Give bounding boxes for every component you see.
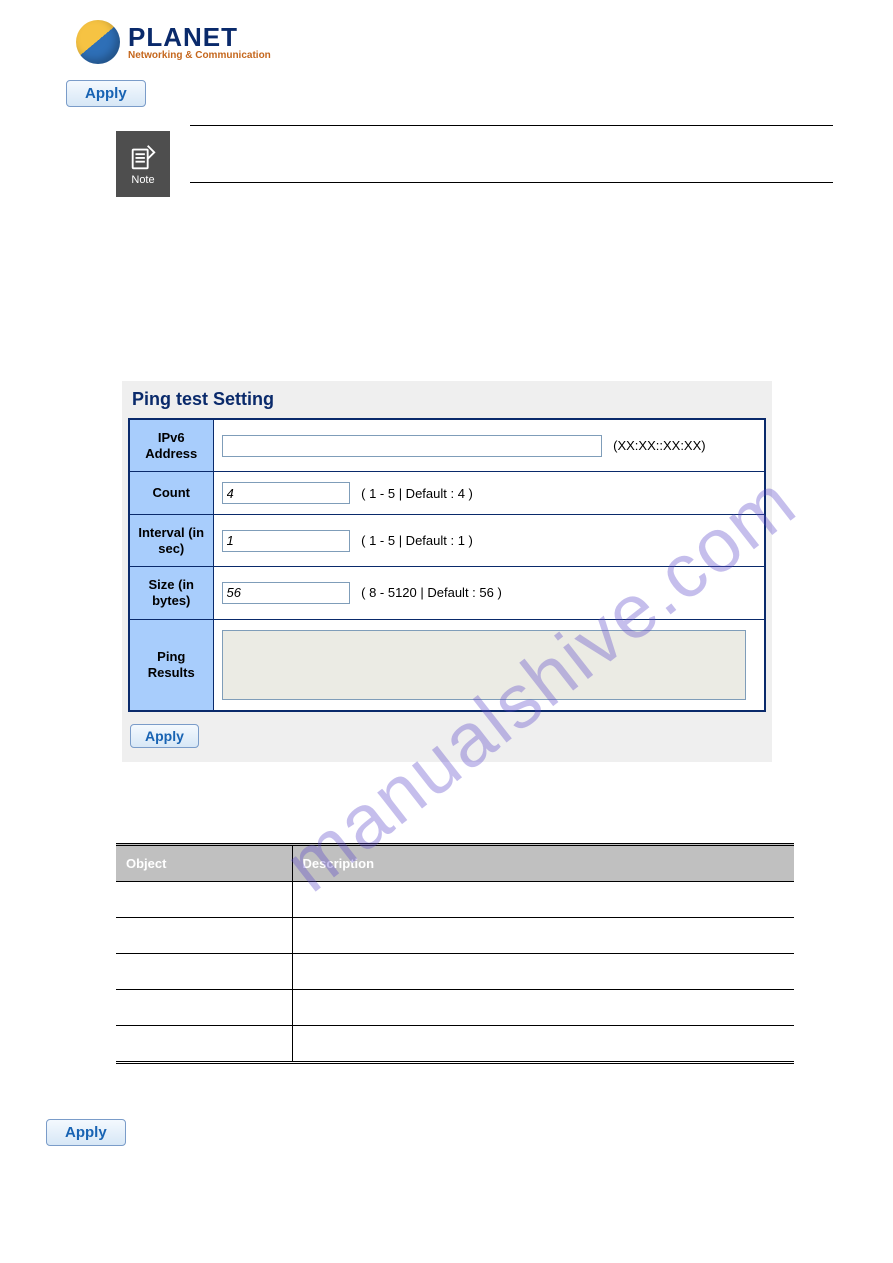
ping-results-output	[222, 630, 747, 700]
table-row: Interval (in sec) Specifies the interval…	[116, 953, 794, 989]
count-hint: ( 1 - 5 | Default : 4 )	[361, 486, 473, 501]
count-label: Count	[129, 472, 213, 515]
panel-apply-button[interactable]: Apply	[130, 724, 199, 748]
table-cell-description: Display the ping result.	[292, 1025, 794, 1062]
ipv6-address-hint: (XX:XX::XX:XX)	[613, 438, 705, 453]
table-row: IPv6 Address The destination IPv6 Addres…	[116, 881, 794, 917]
count-input[interactable]	[222, 482, 350, 504]
table-cell-object: Interval (in sec)	[116, 953, 292, 989]
table-header-object: Object	[116, 844, 292, 881]
table-row: Size (in bytes) Specifies the number of …	[116, 989, 794, 1025]
table-row: Ping Results Display the ping result.	[116, 1025, 794, 1062]
interval-label: Interval (in sec)	[129, 515, 213, 567]
interval-hint: ( 1 - 5 | Default : 1 )	[361, 533, 473, 548]
table-cell-object: IPv6 Address	[116, 881, 292, 917]
note-icon-label: Note	[131, 174, 154, 186]
logo-brand-text: PLANET	[128, 24, 271, 50]
apply-button-bottom[interactable]: Apply	[46, 1119, 126, 1146]
note-icon: Note	[116, 131, 170, 197]
table-cell-object: Size (in bytes)	[116, 989, 292, 1025]
ping-test-panel: Ping test Setting IPv6 Address (XX:XX::X…	[122, 381, 772, 762]
logo-globe-icon	[76, 20, 120, 64]
apply-button-description: : Click to transmit ICMPv6 packets.	[129, 1125, 331, 1140]
ipv6-address-input[interactable]	[222, 435, 602, 457]
table-cell-object: Ping Results	[116, 1025, 292, 1062]
panel-title: Ping test Setting	[122, 381, 772, 418]
desc-intro: The page includes the following fields:	[116, 822, 833, 837]
ping-results-label: Ping Results	[129, 619, 213, 711]
size-label: Size (in bytes)	[129, 567, 213, 619]
note-text: Be sure the target IP address is within …	[190, 125, 833, 182]
table-cell-description: Specifies the interval between sending e…	[292, 953, 794, 989]
table-header-description: Description	[292, 844, 794, 881]
table-cell-object: Count	[116, 917, 292, 953]
ipv6-address-label: IPv6 Address	[129, 419, 213, 472]
table-cell-description: The destination IPv6 Address.	[292, 881, 794, 917]
field-description-table: Object Description IPv6 Address The dest…	[116, 843, 794, 1064]
table-cell-description: Number of echo requests to send.	[292, 917, 794, 953]
interval-input[interactable]	[222, 530, 350, 552]
table-row: Count Number of echo requests to send.	[116, 917, 794, 953]
size-input[interactable]	[222, 582, 350, 604]
section-heading: 4.14.2 IPv6 Ping Test	[116, 217, 833, 238]
section-intro: This page allows you to issue ICMPv6 PIN…	[116, 258, 833, 341]
size-hint: ( 8 - 5120 | Default : 56 )	[361, 585, 502, 600]
logo-tagline: Networking & Communication	[128, 50, 271, 61]
apply-button[interactable]: Apply	[66, 80, 146, 107]
brand-logo: PLANET Networking & Communication	[76, 20, 833, 64]
figure-caption: Figure 4-14-3 ICMPv6 Ping Page Screensho…	[122, 768, 833, 782]
table-cell-description: Specifies the number of data bytes to be…	[292, 989, 794, 1025]
buttons-heading: Buttons	[116, 1094, 833, 1109]
